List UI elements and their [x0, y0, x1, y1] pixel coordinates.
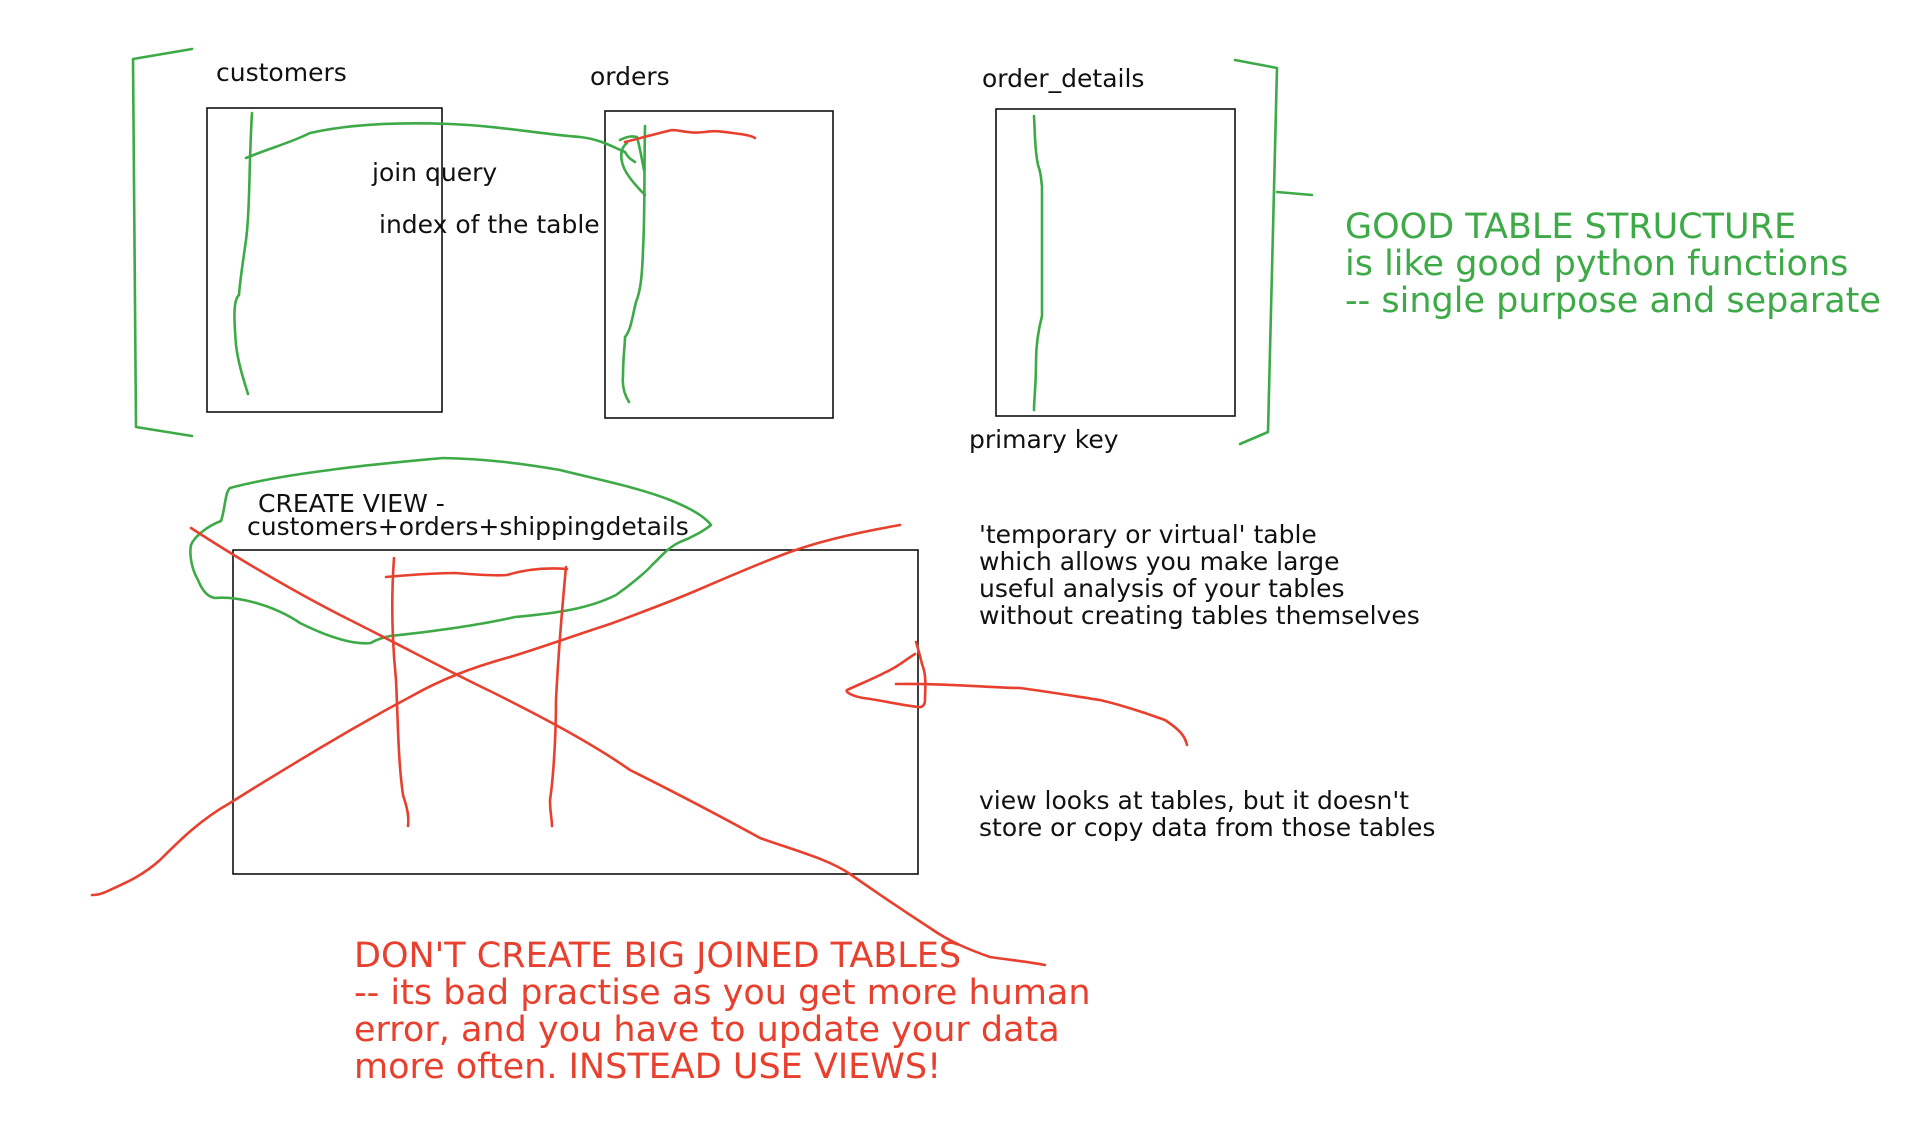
right-bracket	[1233, 58, 1314, 446]
virtual-table-note-line-4: without creating tables themselves	[979, 601, 1420, 630]
good-structure-line-2: is like good python functions	[1345, 244, 1849, 284]
arrow-head	[845, 640, 927, 709]
left-bracket	[131, 47, 194, 438]
dont-create-line-3: error, and you have to update your data	[354, 1010, 1060, 1050]
good-structure-line-3: -- single purpose and separate	[1345, 281, 1881, 321]
create-view-tables-label: customers+orders+shippingdetails	[247, 512, 689, 541]
dont-create-joined-tables-note: DON'T CREATE BIG JOINED TABLES -- its ba…	[354, 938, 1091, 1086]
order-details-primary-key-line	[1032, 114, 1044, 412]
no-copy-note-line-2: store or copy data from those tables	[979, 813, 1436, 842]
virtual-table-note-line-3: useful analysis of your tables	[979, 574, 1345, 603]
order-details-table-label: order_details	[982, 64, 1145, 93]
orders-table-label: orders	[590, 62, 670, 91]
dont-create-line-2: -- its bad practise as you get more huma…	[354, 973, 1091, 1013]
join-query-label: join query	[372, 158, 498, 187]
virtual-table-note-line-2: which allows you make large	[979, 547, 1340, 576]
virtual-table-note: 'temporary or virtual' table which allow…	[979, 521, 1420, 629]
customers-index-line	[233, 111, 254, 396]
arrow-shaft	[894, 682, 1189, 747]
view-header-line	[384, 567, 569, 579]
good-structure-line-1: GOOD TABLE STRUCTURE	[1345, 207, 1797, 247]
primary-key-label: primary key	[969, 425, 1119, 454]
view-column-line-1	[390, 556, 410, 828]
order-details-table-box	[995, 108, 1236, 417]
no-copy-note: view looks at tables, but it doesn't sto…	[979, 787, 1435, 841]
view-table-box	[232, 549, 919, 875]
orders-table-box	[604, 110, 834, 419]
index-of-table-label: index of the table	[379, 210, 600, 239]
dont-create-line-4: more often. INSTEAD USE VIEWS!	[354, 1047, 942, 1087]
virtual-table-note-line-1: 'temporary or virtual' table	[979, 520, 1317, 549]
customers-table-label: customers	[216, 58, 347, 87]
cross-out-stroke-b	[90, 523, 902, 897]
no-copy-note-line-1: view looks at tables, but it doesn't	[979, 786, 1410, 815]
dont-create-line-1: DON'T CREATE BIG JOINED TABLES	[354, 936, 962, 976]
join-query-line	[244, 121, 637, 164]
join-connector	[618, 135, 647, 197]
orders-index-line	[621, 124, 647, 404]
view-column-line-2	[548, 565, 568, 828]
good-table-structure-note: GOOD TABLE STRUCTURE is like good python…	[1345, 209, 1881, 320]
